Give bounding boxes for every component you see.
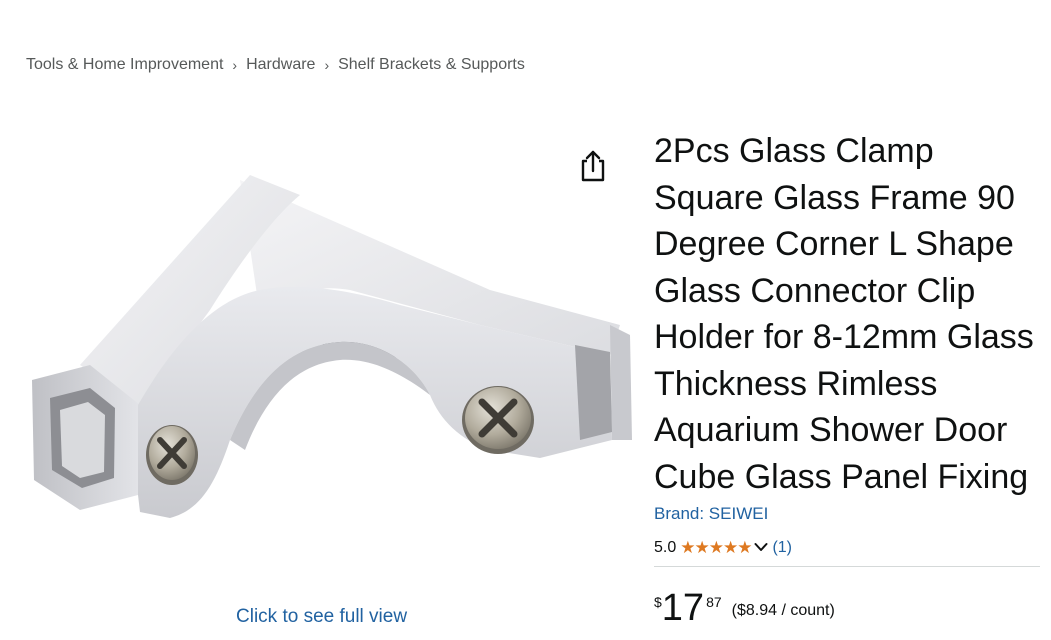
breadcrumb-item-hardware[interactable]: Hardware (246, 56, 315, 74)
share-button[interactable] (577, 148, 609, 184)
full-view-link[interactable]: Click to see full view (236, 606, 407, 628)
price-symbol: $ (654, 594, 662, 610)
rating-value: 5.0 (654, 539, 677, 556)
breadcrumb-separator: › (232, 57, 238, 73)
glass-clamp-image (32, 175, 632, 518)
product-main-image[interactable] (20, 140, 640, 580)
divider (654, 566, 1040, 567)
product-title: 2Pcs Glass Clamp Square Glass Frame 90 D… (654, 132, 1034, 496)
screw-left (146, 425, 198, 485)
breadcrumb-item-shelf-brackets[interactable]: Shelf Brackets & Supports (338, 56, 525, 74)
breadcrumb-separator: › (324, 57, 330, 73)
price-whole: 17 (661, 587, 705, 629)
brand-link[interactable]: Brand: SEIWEI (654, 504, 768, 524)
share-icon (581, 150, 605, 182)
price-fraction: 87 (706, 594, 722, 610)
price-per-unit: ($8.94 / count) (731, 602, 835, 619)
chevron-down-icon[interactable] (754, 539, 768, 557)
breadcrumb-item-tools-home-improvement[interactable]: Tools & Home Improvement (26, 56, 223, 74)
price: $ 17 87 ($8.94 / count) (654, 586, 835, 630)
review-count-link[interactable]: (1) (772, 539, 792, 557)
screw-right (462, 386, 534, 454)
breadcrumb: Tools & Home Improvement › Hardware › Sh… (26, 56, 525, 74)
rating-row: 5.0 ★★★★★ (1) (654, 538, 792, 558)
star-rating-icon[interactable]: ★★★★★ (680, 538, 752, 558)
